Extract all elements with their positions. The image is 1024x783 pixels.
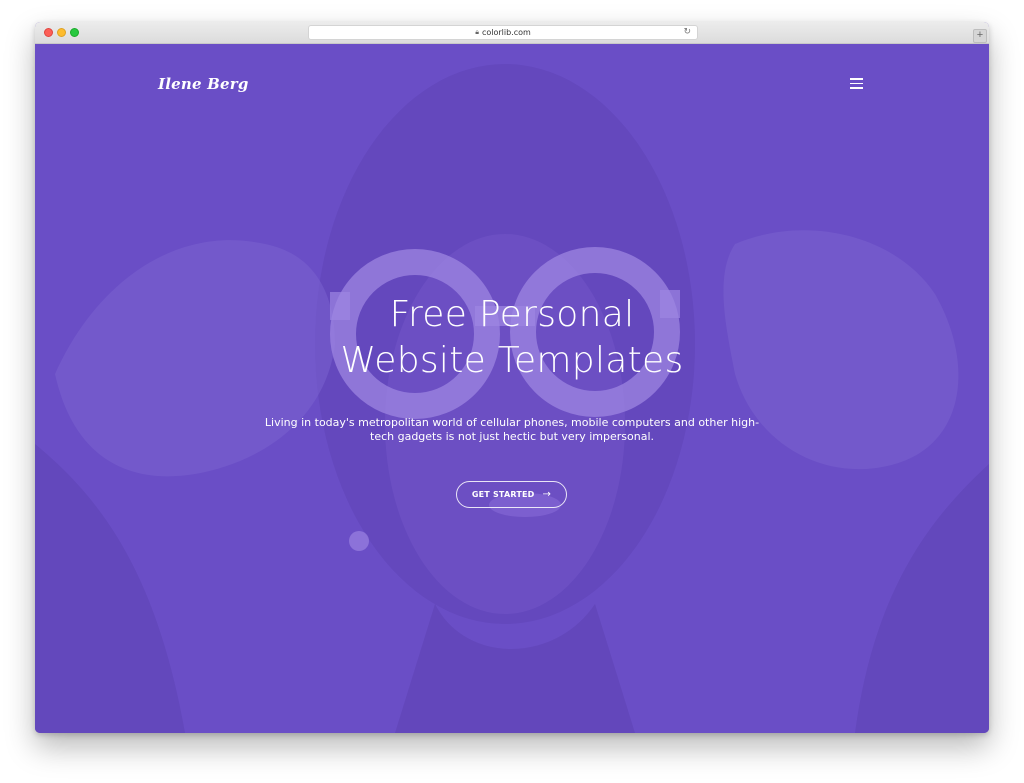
new-tab-button[interactable]: + — [973, 29, 987, 43]
reload-icon[interactable]: ↻ — [683, 26, 691, 39]
hero-headline-line2: Website Templates — [340, 340, 684, 381]
browser-window: 🔒︎ colorlib.com ↻ + Ilene Berg Free Pers… — [35, 22, 989, 733]
hero-subtext: Living in today's metropolitan world of … — [264, 416, 760, 443]
maximize-window-button[interactable] — [70, 28, 79, 37]
url-text: colorlib.com — [481, 28, 531, 37]
lock-icon: 🔒︎ — [475, 28, 479, 36]
site-logo[interactable]: Ilene Berg — [158, 75, 249, 93]
browser-titlebar: 🔒︎ colorlib.com ↻ + — [35, 22, 989, 44]
arrow-right-icon: → — [542, 489, 552, 500]
get-started-label: GET STARTED — [471, 490, 535, 499]
address-bar[interactable]: 🔒︎ colorlib.com ↻ — [308, 25, 698, 40]
hamburger-menu-icon[interactable] — [850, 78, 864, 90]
hero-headline-line1: Free Personal — [389, 294, 635, 335]
close-window-button[interactable] — [44, 28, 53, 37]
hero-background-photo — [35, 64, 989, 733]
get-started-button[interactable]: GET STARTED → — [456, 481, 567, 508]
minimize-window-button[interactable] — [57, 28, 66, 37]
hero-section: Ilene Berg Free Personal Website Templat… — [35, 44, 989, 733]
